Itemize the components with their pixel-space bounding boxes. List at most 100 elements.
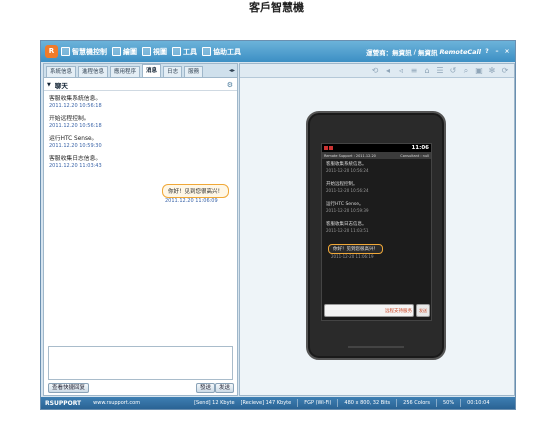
minimize-button[interactable]: – <box>493 48 501 56</box>
settings-icon[interactable]: ☰ <box>435 66 445 76</box>
refresh-icon[interactable]: ⟳ <box>500 66 510 76</box>
consultant-label: Consultant : null <box>400 153 429 158</box>
rsupport-logo: RSUPPORT <box>45 399 82 407</box>
phone-message-input[interactable]: 远程支持服务 <box>324 304 414 317</box>
status-bar: RSUPPORT www.rsupport.com [Send] 12 Kbyt… <box>41 397 515 409</box>
website-link[interactable]: www.rsupport.com <box>93 400 140 406</box>
message-item: 开始远程控制。 2011.12.20 10:56:18 <box>49 116 232 130</box>
view-icon <box>142 47 151 56</box>
phone-send-button[interactable]: 发送 <box>416 304 430 317</box>
phone-received-bubble: 你好！见到您很高兴！ <box>328 244 383 254</box>
tab-messages[interactable]: 消息 <box>142 64 162 77</box>
message-item: 运行HTC Sense。 2011.12.20 10:59:30 <box>49 136 232 150</box>
color-depth: 256 Colors <box>403 400 430 406</box>
menu-label: 工具 <box>183 47 197 56</box>
phone-screen[interactable]: 11:06 Remote Support : 2011.12.20 Consul… <box>321 143 432 321</box>
send-bytes: [Send] 12 Kbyte <box>194 400 235 406</box>
operator-info: 運營商：無資訊 <box>366 48 412 57</box>
phone-control-icon <box>61 47 70 56</box>
message-list: 客服收集系統信息。 2011.12.20 10:56:18 开始远程控制。 20… <box>44 92 237 342</box>
tab-logs[interactable]: 日志 <box>163 66 183 77</box>
tools-icon <box>172 47 181 56</box>
search-icon[interactable]: ⌕ <box>461 66 471 76</box>
message-item: 客服收集系統信息。 2011.12.20 10:56:18 <box>49 96 232 110</box>
device-toolbar: ⟲ ◂ ◃ ≡ ⌂ ☰ ↺ ⌕ ▣ ✻ ⟳ <box>240 64 514 78</box>
right-panel: ⟲ ◂ ◃ ≡ ⌂ ☰ ↺ ⌕ ▣ ✻ ⟳ 11:06 Remote Suppo… <box>239 63 515 396</box>
close-button[interactable]: × <box>503 48 511 56</box>
message-text: 开始远程控制。 <box>49 116 90 122</box>
menu-icon[interactable]: ≡ <box>409 66 419 76</box>
phone-message-item: 客服收集系統信息。 2011-12-20 10:56:24 <box>326 162 368 174</box>
rotate-icon[interactable]: ⟲ <box>370 66 380 76</box>
sent-message-time: 2011.12.20 11:06:09 <box>165 198 218 204</box>
menu-draw[interactable]: 繪圖 <box>112 47 137 57</box>
phone-app-header: Remote Support : 2011.12.20 Consultant :… <box>322 152 431 159</box>
app-logo: R <box>45 45 58 58</box>
message-time: 2011.12.20 11:03:43 <box>49 163 102 169</box>
message-text: 运行HTC Sense。 <box>49 136 98 142</box>
menu-label: 視圖 <box>153 47 167 56</box>
send-file-button[interactable]: 發送 <box>196 383 216 393</box>
message-time: 2011.12.20 10:56:18 <box>49 103 102 109</box>
message-text: 客服收集日志信息。 <box>49 156 102 162</box>
tab-applications[interactable]: 應用程序 <box>110 66 141 77</box>
view-quick-reply-button[interactable]: 查看快捷回复 <box>48 383 90 393</box>
message-text: 客服收集系統信息。 <box>49 96 102 102</box>
draw-icon <box>112 47 121 56</box>
remote-support-label: Remote Support : 2011.12.20 <box>324 153 376 158</box>
chat-title: 聊天 <box>54 81 68 90</box>
chat-settings-icon[interactable]: ⚙ <box>227 81 233 89</box>
session-timer: 00:10:04 <box>467 400 490 406</box>
message-time: 2011.12.20 10:56:18 <box>49 123 102 129</box>
help-tools-icon <box>202 47 211 56</box>
title-bar: R 智慧機控制 繪圖 視圖 工具 協助工具 運營商：無資訊 / 無資訊 Remo… <box>41 41 515 62</box>
zoom-level: 50% <box>442 400 455 406</box>
home-icon[interactable]: ⌂ <box>422 66 432 76</box>
phone-clock: 11:06 <box>411 145 429 151</box>
message-item: 客服收集日志信息。 2011.12.20 11:03:43 <box>49 156 232 170</box>
tab-process-info[interactable]: 進程信息 <box>78 66 109 77</box>
phone-message-item: 运行HTC Sense。 2011-12-20 10:59:39 <box>326 202 368 214</box>
phone-message-time: 2011-12-20 11:03:51 <box>326 228 369 233</box>
phone-message-time: 2011-12-20 10:56:24 <box>326 188 369 193</box>
wifi-info: 無資訊 <box>418 48 438 57</box>
phone-message-item: 客服收集日志信息。 2011-12-20 11:03:51 <box>326 222 368 234</box>
tab-bar: 系統信息 進程信息 應用程序 消息 日志 服務 ◂▸ <box>44 64 237 78</box>
camera-icon[interactable]: ▣ <box>474 66 484 76</box>
phone-frame: 11:06 Remote Support : 2011.12.20 Consul… <box>306 111 446 360</box>
chat-header: ▼ 聊天 ⚙ <box>44 79 237 91</box>
phone-message-time: 2011-12-20 10:59:39 <box>326 208 369 213</box>
send-button[interactable]: 发送 <box>215 383 235 393</box>
phone-status-bar: 11:06 <box>322 144 431 152</box>
page-title: 客戶智慧機 <box>249 1 304 14</box>
tab-system-info[interactable]: 系統信息 <box>46 66 77 77</box>
gear-icon[interactable]: ✻ <box>487 66 497 76</box>
message-input[interactable] <box>48 346 233 380</box>
left-panel: 系統信息 進程信息 應用程序 消息 日志 服務 ◂▸ ▼ 聊天 ⚙ 客服收集系統… <box>43 63 238 396</box>
receive-bytes: [Recieve] 147 Kbyte <box>240 400 292 406</box>
notification-icon <box>324 146 328 150</box>
message-time: 2011.12.20 10:59:30 <box>49 143 102 149</box>
resolution: 480 x 800, 32 Bits <box>344 400 391 406</box>
volume-icon[interactable]: ◂ <box>383 66 393 76</box>
menu-label: 智慧機控制 <box>72 47 107 56</box>
menu-view[interactable]: 視圖 <box>142 47 167 57</box>
collapse-arrow-icon[interactable]: ▼ <box>47 82 51 88</box>
menu-label: 協助工具 <box>213 47 241 56</box>
title-right: 運營商：無資訊 / 無資訊 RemoteCall ? – × <box>366 47 511 57</box>
menu-phone-control[interactable]: 智慧機控制 <box>61 47 107 57</box>
help-button[interactable]: ? <box>483 48 491 56</box>
brand-label: RemoteCall <box>439 47 481 56</box>
tab-services[interactable]: 服務 <box>184 66 204 77</box>
tab-scroll-arrows-icon[interactable]: ◂▸ <box>229 67 235 74</box>
connection-type: FGP (Wi-Fi) <box>304 400 332 406</box>
menu-label: 繪圖 <box>123 47 137 56</box>
phone-home-bar <box>348 346 404 348</box>
volume-down-icon[interactable]: ◃ <box>396 66 406 76</box>
phone-input-text: 远程支持服务 <box>385 309 412 314</box>
phone-received-time: 2011-12-20 11:06:19 <box>331 254 374 259</box>
menu-tools[interactable]: 工具 <box>172 47 197 57</box>
phone-message-time: 2011-12-20 10:56:24 <box>326 168 369 173</box>
back-icon[interactable]: ↺ <box>448 66 458 76</box>
menu-help-tools[interactable]: 協助工具 <box>202 47 241 57</box>
